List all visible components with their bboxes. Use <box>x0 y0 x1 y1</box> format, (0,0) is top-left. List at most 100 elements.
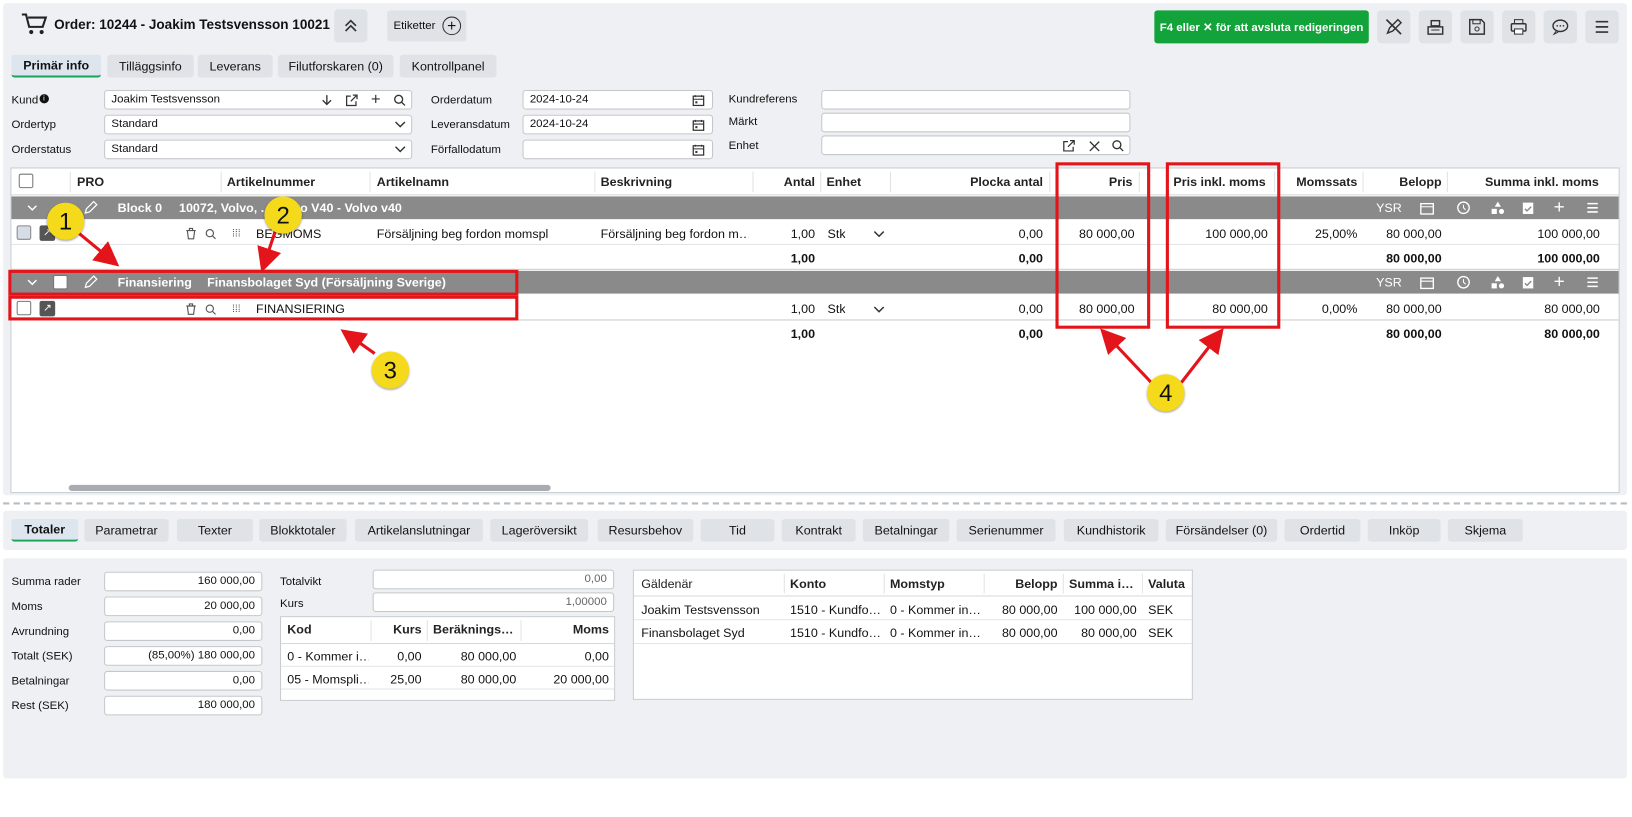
plus-icon[interactable]: + <box>1551 270 1568 291</box>
cell-momssats[interactable]: 25,00% <box>1278 226 1357 240</box>
debtor-col-summa[interactable]: Summa i… <box>1069 577 1138 591</box>
tab-artikelanslutningar[interactable]: Artikelanslutningar <box>354 518 483 542</box>
cell-antal[interactable]: 1,00 <box>755 302 815 316</box>
debtor-col-valuta[interactable]: Valuta <box>1148 577 1185 591</box>
horizontal-scrollbar[interactable] <box>68 484 551 492</box>
tab-primar-info[interactable]: Primär info <box>11 54 101 78</box>
select-all-checkbox[interactable] <box>18 173 34 189</box>
cell-enhet[interactable]: Stk <box>828 302 846 316</box>
col-momssats[interactable]: Momssats <box>1278 175 1357 189</box>
print-icon[interactable] <box>1502 10 1536 44</box>
col-artikelnummer[interactable]: Artikelnummer <box>227 175 315 189</box>
timer-icon[interactable] <box>1455 200 1472 217</box>
row-checkbox[interactable] <box>16 225 32 240</box>
drag-handle-icon[interactable]: ⁞⁞⁞ <box>229 226 244 240</box>
cell-belopp[interactable]: 80 000,00 <box>1366 302 1442 316</box>
tab-kontrakt[interactable]: Kontrakt <box>781 518 856 542</box>
col-pro[interactable]: PRO <box>77 175 104 189</box>
tab-resursbehov[interactable]: Resursbehov <box>597 518 694 542</box>
chevron-down-icon[interactable] <box>871 227 886 239</box>
no-edit-icon[interactable] <box>1377 10 1411 44</box>
trash-icon[interactable] <box>183 226 198 240</box>
tab-texter[interactable]: Texter <box>176 518 253 542</box>
shapes-icon[interactable] <box>1490 274 1507 291</box>
tab-inkop[interactable]: Inköp <box>1367 518 1441 542</box>
tab-tillaggsinfo[interactable]: Tilläggsinfo <box>107 54 194 78</box>
cell-belopp[interactable]: 80 000,00 <box>1366 226 1442 240</box>
avrundning-value[interactable]: 0,00 <box>104 621 263 641</box>
tab-serienummer[interactable]: Serienummer <box>956 518 1056 542</box>
plus-icon[interactable]: + <box>367 91 384 109</box>
timer-icon[interactable] <box>1455 274 1472 291</box>
calendar-icon[interactable] <box>690 117 707 134</box>
tab-forsandelser[interactable]: Försändelser (0) <box>1165 518 1278 542</box>
cell-plocka-antal[interactable]: 0,00 <box>895 226 1043 240</box>
etiketter-button[interactable]: Etiketter + <box>387 10 467 42</box>
col-summa-inkl-moms[interactable]: Summa inkl. moms <box>1451 175 1599 189</box>
search-icon[interactable] <box>1110 137 1127 154</box>
edit-pencil-icon[interactable] <box>82 200 99 217</box>
kund-input[interactable]: Joakim Testsvensson <box>104 89 413 110</box>
calendar-icon[interactable] <box>1419 274 1436 291</box>
collapse-button[interactable] <box>334 9 368 43</box>
tab-skjema[interactable]: Skjema <box>1447 518 1523 542</box>
cell-momssats[interactable]: 0,00% <box>1278 302 1357 316</box>
col-artikelnamn[interactable]: Artikelnamn <box>377 175 449 189</box>
enhet-input[interactable] <box>821 135 1131 156</box>
leveransdatum-input[interactable]: 2024-10-24 <box>522 114 714 135</box>
col-plocka-antal[interactable]: Plocka antal <box>895 175 1043 189</box>
cash-register-icon[interactable] <box>1418 10 1453 44</box>
tab-parametrar[interactable]: Parametrar <box>84 518 169 542</box>
block-tools-label[interactable]: YSR <box>1376 275 1402 289</box>
chevron-down-icon[interactable] <box>871 303 886 315</box>
cell-summa-inkl-moms[interactable]: 80 000,00 <box>1451 302 1600 316</box>
vat-col-kod[interactable]: Kod <box>287 622 311 636</box>
orderstatus-select[interactable]: Standard <box>104 139 413 160</box>
tab-leverans[interactable]: Leverans <box>197 54 273 78</box>
vat-col-berakning[interactable]: Beräknings… <box>433 622 516 636</box>
tab-kontrollpanel[interactable]: Kontrollpanel <box>399 54 497 78</box>
tab-kundhistorik[interactable]: Kundhistorik <box>1063 518 1159 542</box>
chat-icon[interactable] <box>1543 10 1577 44</box>
debtor-col-belopp[interactable]: Belopp <box>987 577 1057 591</box>
ordertyp-select[interactable]: Standard <box>104 114 413 135</box>
panel-divider[interactable] <box>3 502 1627 505</box>
search-icon[interactable] <box>391 92 408 109</box>
clipboard-check-icon[interactable] <box>1520 274 1537 291</box>
calendar-icon[interactable] <box>690 142 707 159</box>
clipboard-check-icon[interactable] <box>1520 200 1537 217</box>
kundreferens-input[interactable] <box>821 89 1131 110</box>
menu-icon[interactable] <box>1585 10 1619 44</box>
markt-input[interactable] <box>821 112 1131 133</box>
vat-col-moms[interactable]: Moms <box>524 622 609 636</box>
col-enhet[interactable]: Enhet <box>826 175 861 189</box>
tab-lageroversikt[interactable]: Lageröversikt <box>490 518 589 542</box>
tab-totaler[interactable]: Totaler <box>11 518 79 542</box>
tab-tid[interactable]: Tid <box>700 518 775 542</box>
end-edit-button[interactable]: F4 eller ✕ för att avsluta redigeringen <box>1154 10 1369 44</box>
debtor-col-galdenar[interactable]: Gäldenär <box>641 577 692 591</box>
external-link-icon[interactable] <box>1061 137 1078 154</box>
cell-artikelnamn[interactable]: Försäljning beg fordon momspl <box>377 226 590 240</box>
tab-betalningar[interactable]: Betalningar <box>862 518 950 542</box>
calendar-icon[interactable] <box>690 92 707 109</box>
menu-icon[interactable] <box>1584 200 1601 217</box>
debtor-col-momstyp[interactable]: Momstyp <box>890 577 945 591</box>
forfallodatum-input[interactable] <box>522 139 714 160</box>
tab-blokktotaler[interactable]: Blokktotaler <box>259 518 347 542</box>
search-icon[interactable] <box>203 226 218 240</box>
cell-summa-inkl-moms[interactable]: 100 000,00 <box>1451 226 1600 240</box>
cell-plocka-antal[interactable]: 0,00 <box>895 302 1043 316</box>
col-belopp[interactable]: Belopp <box>1366 175 1441 189</box>
debtor-col-konto[interactable]: Konto <box>790 577 826 591</box>
close-icon[interactable] <box>1086 137 1103 154</box>
arrow-down-icon[interactable] <box>319 92 336 109</box>
vat-col-kurs[interactable]: Kurs <box>373 622 421 636</box>
orderdatum-input[interactable]: 2024-10-24 <box>522 89 714 110</box>
shapes-icon[interactable] <box>1490 200 1507 217</box>
save-icon[interactable] <box>1460 10 1494 44</box>
tab-filutforskaren[interactable]: Filutforskaren (0) <box>277 54 394 78</box>
calendar-icon[interactable] <box>1419 200 1436 217</box>
chevron-down-icon[interactable] <box>25 201 40 215</box>
block-tools-label[interactable]: YSR <box>1376 201 1402 215</box>
